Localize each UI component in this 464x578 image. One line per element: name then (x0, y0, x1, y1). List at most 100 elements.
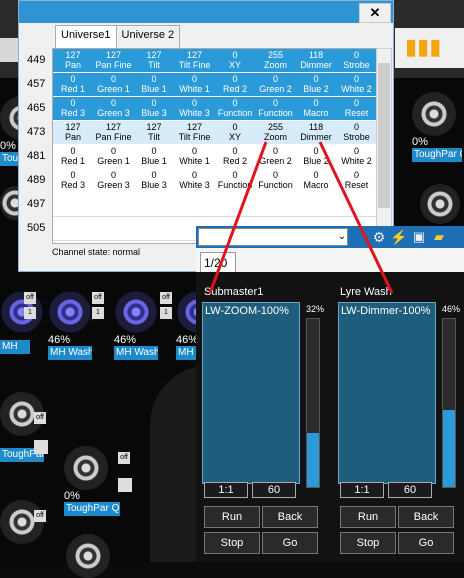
fader-slider[interactable] (306, 318, 320, 488)
channel-name: Red 2 (222, 156, 248, 166)
fixture-off-button[interactable]: off (160, 292, 172, 304)
scrollbar-thumb[interactable] (378, 63, 390, 208)
dmx-channel-cell: 0 Blue 2 (296, 73, 336, 94)
fader-cue-item[interactable]: LW-ZOOM-100% (205, 305, 289, 317)
fixture-off-button[interactable]: off (34, 510, 46, 522)
channel-name: Green 2 (259, 84, 292, 94)
dmx-row: 0 Red 1 0 Green 1 0 Blue 1 0 White 1 0 Red 2 0 Gree… (53, 73, 377, 96)
dmx-channel-cell: 0 Macro (296, 169, 336, 190)
channel-name: Red 1 (60, 156, 86, 166)
fixture-toggle-button[interactable] (118, 478, 132, 492)
dmx-channel-cell: 255 Zoom (256, 121, 296, 142)
moving-head-fixture-icon[interactable] (420, 184, 460, 224)
channel-value: 0 (353, 98, 359, 108)
dmx-channel-cell: 127 Pan (53, 121, 93, 142)
dmx-row: 0 Red 3 0 Green 3 0 Blue 3 0 White 3 0 Function 0 F… (53, 97, 377, 120)
fixture-channel-button[interactable]: 1 (92, 307, 104, 319)
channel-name: White 2 (341, 84, 372, 94)
fader-time: 60 (252, 482, 296, 498)
dmx-channel-grid[interactable]: 127 Pan 127 Pan Fine 127 Tilt 127 Tilt Fine 0 XY 2… (52, 48, 378, 244)
dmx-channel-cell: 0 Red 1 (53, 145, 93, 166)
fixture-mh-wash-4[interactable]: 46% MH Wash- (176, 290, 198, 360)
audio-meter-icon[interactable]: ▮▮▮ (405, 34, 441, 60)
channel-name: Function (217, 180, 253, 190)
fixture-percent: 0% (64, 490, 80, 502)
dmx-channel-cell: 0 White 1 (175, 73, 215, 94)
desk-page-tabs: 1/20 (196, 248, 464, 273)
dmx-row: 0 Red 1 0 Green 1 0 Blue 1 0 White 1 0 Red 2 0 Gree… (53, 145, 377, 168)
fader-slider[interactable] (442, 318, 456, 488)
channel-name: Red 3 (60, 180, 86, 190)
channel-value: 127 (65, 122, 81, 132)
fixture-label: ToughPar Quadra-16 (412, 148, 462, 162)
dmx-monitor-titlebar[interactable] (19, 1, 393, 23)
channel-name: Blue 2 (303, 84, 329, 94)
channel-value: 127 (65, 50, 81, 60)
run-button[interactable]: Run (204, 506, 260, 528)
channel-value: 0 (191, 74, 197, 84)
channel-name: White 3 (179, 108, 210, 118)
fader-ratio: 1:1 (204, 482, 248, 498)
back-button[interactable]: Back (398, 506, 454, 528)
dmx-channel-cell: 0 Function (215, 169, 255, 190)
fixture-channel-button[interactable]: 1 (24, 307, 36, 319)
channel-name: White 3 (179, 180, 210, 190)
tab-universe1[interactable]: Universe1 (55, 25, 117, 49)
fixture-off-button[interactable]: off (118, 452, 130, 464)
fixture-off-button[interactable]: off (92, 292, 104, 304)
channel-value: 0 (232, 74, 238, 84)
dmx-channel-cell: 0 XY (215, 121, 255, 142)
page-tab[interactable]: 1/20 (200, 252, 236, 272)
folder-open-icon[interactable]: ▰ (430, 228, 448, 246)
dmx-scrollbar[interactable] (376, 48, 392, 242)
channel-name: Tilt Fine (178, 60, 211, 70)
fixture-toughpar-quadra-lower[interactable] (0, 500, 44, 544)
fixture-mh-wash-3[interactable]: 46% MH Wash- (114, 290, 158, 360)
channel-value: 0 (110, 170, 116, 180)
fixture-toughpar-quadra-16[interactable]: 0% ToughPar Quadra-16 (412, 92, 462, 162)
toolbar-right-area: ▮▮▮ (395, 28, 464, 68)
channel-name: Macro (303, 180, 329, 190)
channel-value: 0 (272, 170, 278, 180)
desk-selector-dropdown[interactable]: ⌄ (198, 228, 348, 246)
fader-name: Lyre Wash (340, 286, 392, 298)
dmx-channel-cell: 0 Function (256, 169, 296, 190)
dmx-channel-cell: 0 XY (215, 49, 255, 70)
dmx-channel-cell: 127 Pan Fine (94, 121, 134, 142)
fixture-toughpar-quadra-bottom[interactable] (66, 534, 110, 578)
dmx-address: 489 (27, 174, 46, 186)
run-button[interactable]: Run (340, 506, 396, 528)
fixture-mh-wash-2[interactable]: 46% MH Wash- (48, 290, 92, 360)
back-button[interactable]: Back (262, 506, 318, 528)
gear-icon[interactable]: ⚙ (370, 228, 388, 246)
channel-value: 127 (105, 122, 122, 132)
fader-cue-list[interactable]: LW-Dimmer-100% (338, 302, 436, 484)
tab-universe2[interactable]: Universe 2 (115, 25, 181, 49)
dmx-row: 0 Red 3 0 Green 3 0 Blue 3 0 White 3 0 Function 0 F… (53, 169, 377, 192)
fixture-label: MH Wash- (114, 346, 158, 360)
par-fixture-icon (66, 534, 110, 578)
fader-slider-fill (443, 410, 455, 487)
save-icon[interactable]: ▣ (410, 228, 428, 246)
channel-name: White 2 (341, 156, 372, 166)
channel-value: 127 (146, 122, 162, 132)
fixture-off-button[interactable]: off (24, 292, 36, 304)
stop-button[interactable]: Stop (340, 532, 396, 554)
fixture-channel-button[interactable]: 1 (160, 307, 172, 319)
fixture-percent: 46% (114, 334, 137, 346)
stop-button[interactable]: Stop (204, 532, 260, 554)
fader-cue-list[interactable]: LW-ZOOM-100% (202, 302, 300, 484)
go-button[interactable]: Go (262, 532, 318, 554)
channel-name: Blue 1 (141, 156, 167, 166)
fader-cue-item[interactable]: LW-Dimmer-100% (341, 305, 430, 317)
fixture-mh-wash-1[interactable]: MH (0, 290, 44, 354)
close-icon[interactable]: ✕ (359, 3, 391, 23)
fixture-toughpar-quadra-25[interactable]: 0% ToughPar Quadra-25 (64, 446, 120, 516)
channel-name: Strobe (343, 60, 370, 70)
lightning-edit-icon[interactable]: ⚡ (390, 228, 408, 246)
fixture-off-button[interactable]: off (34, 412, 46, 424)
chevron-down-icon[interactable]: ⌄ (335, 229, 349, 245)
go-button[interactable]: Go (398, 532, 454, 554)
channel-value: 0 (110, 98, 116, 108)
fixture-toggle-button[interactable] (34, 440, 48, 454)
